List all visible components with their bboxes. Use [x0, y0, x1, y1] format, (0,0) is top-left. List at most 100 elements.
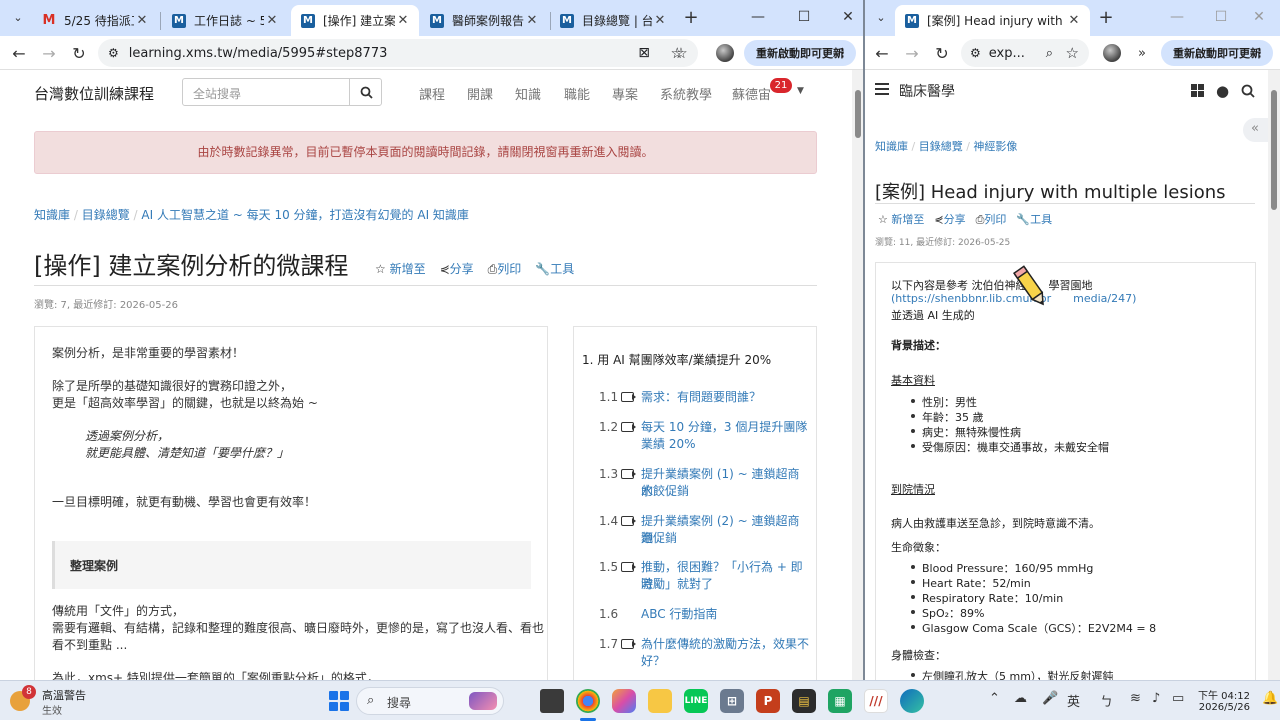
- add-to-button[interactable]: ☆ 新增至: [878, 211, 924, 227]
- menu-system-teaching[interactable]: 系統教學: [660, 84, 712, 103]
- search-button[interactable]: [349, 79, 382, 105]
- chrome-icon[interactable]: [576, 689, 600, 713]
- close-window-button[interactable]: ✕: [826, 0, 864, 34]
- maximize-button[interactable]: ☐: [782, 0, 826, 34]
- toc-item[interactable]: 1.6 ABC 行動指南: [599, 606, 809, 623]
- breadcrumb-item[interactable]: 目錄總覽: [82, 208, 130, 222]
- extensions-chevron-icon[interactable]: »: [1129, 40, 1155, 66]
- tab-create-case[interactable]: M [操作] 建立案例 ✕: [291, 5, 419, 36]
- start-button[interactable]: [329, 691, 349, 711]
- app-icon[interactable]: ///: [864, 689, 888, 713]
- breadcrumb-item[interactable]: AI 人工智慧之道 ~ 每天 10 分鐘，打造沒有幻覺的 AI 知識庫: [141, 208, 469, 222]
- page-scrollbar[interactable]: [1268, 70, 1280, 680]
- tab-gmail[interactable]: M 5/25 待指派工作 ✕: [32, 5, 158, 36]
- notes-icon[interactable]: ▤: [792, 689, 816, 713]
- sheets-icon[interactable]: ▦: [828, 689, 852, 713]
- toc-item[interactable]: 1.1 需求：有問題要問誰？: [599, 389, 809, 406]
- maximize-button[interactable]: ☐: [1199, 0, 1243, 34]
- share-button[interactable]: ⋞分享: [934, 211, 965, 227]
- close-icon[interactable]: ✕: [395, 13, 411, 28]
- apps-grid-icon[interactable]: [1191, 84, 1204, 97]
- notification-bell-icon[interactable]: 🔔: [1262, 691, 1278, 706]
- close-icon[interactable]: ✕: [652, 13, 668, 28]
- toc-heading[interactable]: 1. 用 AI 幫團隊效率/業績提升 20%: [582, 351, 771, 368]
- collapse-panel-button[interactable]: «: [1243, 118, 1268, 142]
- volume-icon[interactable]: ♪: [1152, 691, 1160, 706]
- calculator-icon[interactable]: ⊞: [720, 689, 744, 713]
- back-button[interactable]: ←: [6, 40, 32, 66]
- scroll-thumb[interactable]: [855, 90, 861, 138]
- toc-item[interactable]: 1.3 提升業績案例 (1) ~ 連鎖超商的 水餃促銷: [599, 466, 809, 500]
- menu-open-course[interactable]: 開課: [467, 84, 493, 103]
- close-icon[interactable]: ✕: [264, 13, 280, 28]
- powerpoint-icon[interactable]: P: [756, 689, 780, 713]
- site-brand[interactable]: 台灣數位訓練課程: [34, 83, 154, 104]
- menu-courses[interactable]: 課程: [419, 84, 445, 103]
- tab-head-injury[interactable]: M [案例] Head injury with multip ✕: [895, 5, 1090, 36]
- address-bar[interactable]: ⚙ learning.xms.tw/media/5995#step8773 ⊠ …: [98, 39, 698, 67]
- file-explorer-icon[interactable]: [648, 689, 672, 713]
- update-button[interactable]: 重新啟動即可更新 ⋮: [1161, 40, 1273, 66]
- minimize-button[interactable]: —: [736, 0, 780, 34]
- close-window-button[interactable]: ✕: [1239, 0, 1279, 34]
- tools-button[interactable]: 🔧工具: [535, 260, 574, 277]
- share-button[interactable]: ⋞分享: [440, 260, 474, 277]
- bookmarks-icon[interactable]: ☆: [668, 40, 694, 66]
- site-info-icon[interactable]: ⚙: [970, 46, 981, 60]
- print-button[interactable]: ⎙列印: [488, 260, 522, 277]
- tab-search-chevron-icon[interactable]: ⌄: [869, 0, 893, 34]
- zoom-icon[interactable]: ⌕: [1046, 46, 1053, 61]
- site-title[interactable]: 臨床醫學: [899, 81, 955, 101]
- hamburger-menu-icon[interactable]: [875, 83, 889, 95]
- breadcrumb-item[interactable]: 知識庫: [875, 140, 908, 153]
- tab-doctor-report[interactable]: M 醫師案例報告 ✕: [420, 5, 548, 36]
- bookmark-star-icon[interactable]: ☆: [1066, 44, 1079, 62]
- battery-icon[interactable]: ▭: [1172, 691, 1184, 706]
- microphone-icon[interactable]: 🎤: [1042, 691, 1058, 706]
- toc-item[interactable]: 1.7 為什麼傳統的激勵方法，效果不 好？: [599, 636, 809, 670]
- reload-button[interactable]: ↻: [66, 40, 92, 66]
- copilot-icon[interactable]: [612, 689, 636, 713]
- update-button[interactable]: 重新啟動即可更新 ⋮: [744, 40, 856, 66]
- close-icon[interactable]: ✕: [1066, 13, 1082, 28]
- breadcrumb-item[interactable]: 知識庫: [34, 208, 70, 222]
- scroll-thumb[interactable]: [1271, 90, 1277, 210]
- ime-indicator[interactable]: 英: [1067, 691, 1080, 710]
- weather-title[interactable]: 高溫警告: [42, 687, 86, 703]
- translate-icon[interactable]: ⊠: [638, 45, 650, 61]
- print-button[interactable]: ⎙列印: [976, 211, 1007, 227]
- profile-avatar[interactable]: [716, 44, 734, 62]
- tab-directory[interactable]: M 目錄總覽 | 台灣 ✕: [550, 5, 676, 36]
- minimize-button[interactable]: —: [1155, 0, 1199, 34]
- toc-item[interactable]: 1.5 推動，很困難？「小行為 + 即時 激勵」就對了: [599, 559, 809, 593]
- search-icon[interactable]: [1241, 83, 1255, 102]
- reload-button[interactable]: ↻: [929, 40, 955, 66]
- task-view-icon[interactable]: [540, 689, 564, 713]
- add-to-button[interactable]: ☆ 新增至: [375, 260, 426, 277]
- weather-widget[interactable]: 8: [10, 685, 36, 713]
- edge-icon[interactable]: [900, 689, 924, 713]
- onedrive-icon[interactable]: ☁: [1014, 691, 1027, 706]
- menu-projects[interactable]: 專案: [612, 84, 638, 103]
- profile-avatar[interactable]: [1103, 44, 1121, 62]
- menu-competency[interactable]: 職能: [564, 84, 590, 103]
- forward-button[interactable]: →: [899, 40, 925, 66]
- clock[interactable]: 下午 04:12 2026/5/26: [1198, 687, 1250, 713]
- new-tab-button[interactable]: +: [1093, 0, 1119, 34]
- toc-item[interactable]: 1.4 提升業績案例 (2) ~ 連鎖超商泡 麵促銷: [599, 513, 809, 547]
- close-icon[interactable]: ✕: [134, 13, 150, 28]
- tray-overflow-icon[interactable]: ⌃: [989, 691, 1000, 706]
- taskbar-search[interactable]: ⌕ 搜尋: [356, 687, 504, 715]
- search-input[interactable]: 全站搜尋: [193, 85, 241, 102]
- menu-knowledge[interactable]: 知識: [515, 84, 541, 103]
- site-info-icon[interactable]: ⚙: [108, 46, 119, 60]
- breadcrumb-item[interactable]: 目錄總覽: [919, 140, 963, 153]
- wifi-icon[interactable]: ≋: [1130, 691, 1141, 706]
- address-bar[interactable]: ⚙ exp... ⌕ ☆: [961, 39, 1089, 67]
- user-icon[interactable]: ●: [1216, 82, 1229, 100]
- caret-down-icon[interactable]: ▼: [797, 86, 804, 96]
- forward-button[interactable]: →: [36, 40, 62, 66]
- toc-item[interactable]: 1.2 每天 10 分鐘，3 個月提升團隊 業績 20%: [599, 419, 809, 453]
- user-menu[interactable]: 蘇德宙: [732, 84, 771, 103]
- back-button[interactable]: ←: [869, 40, 895, 66]
